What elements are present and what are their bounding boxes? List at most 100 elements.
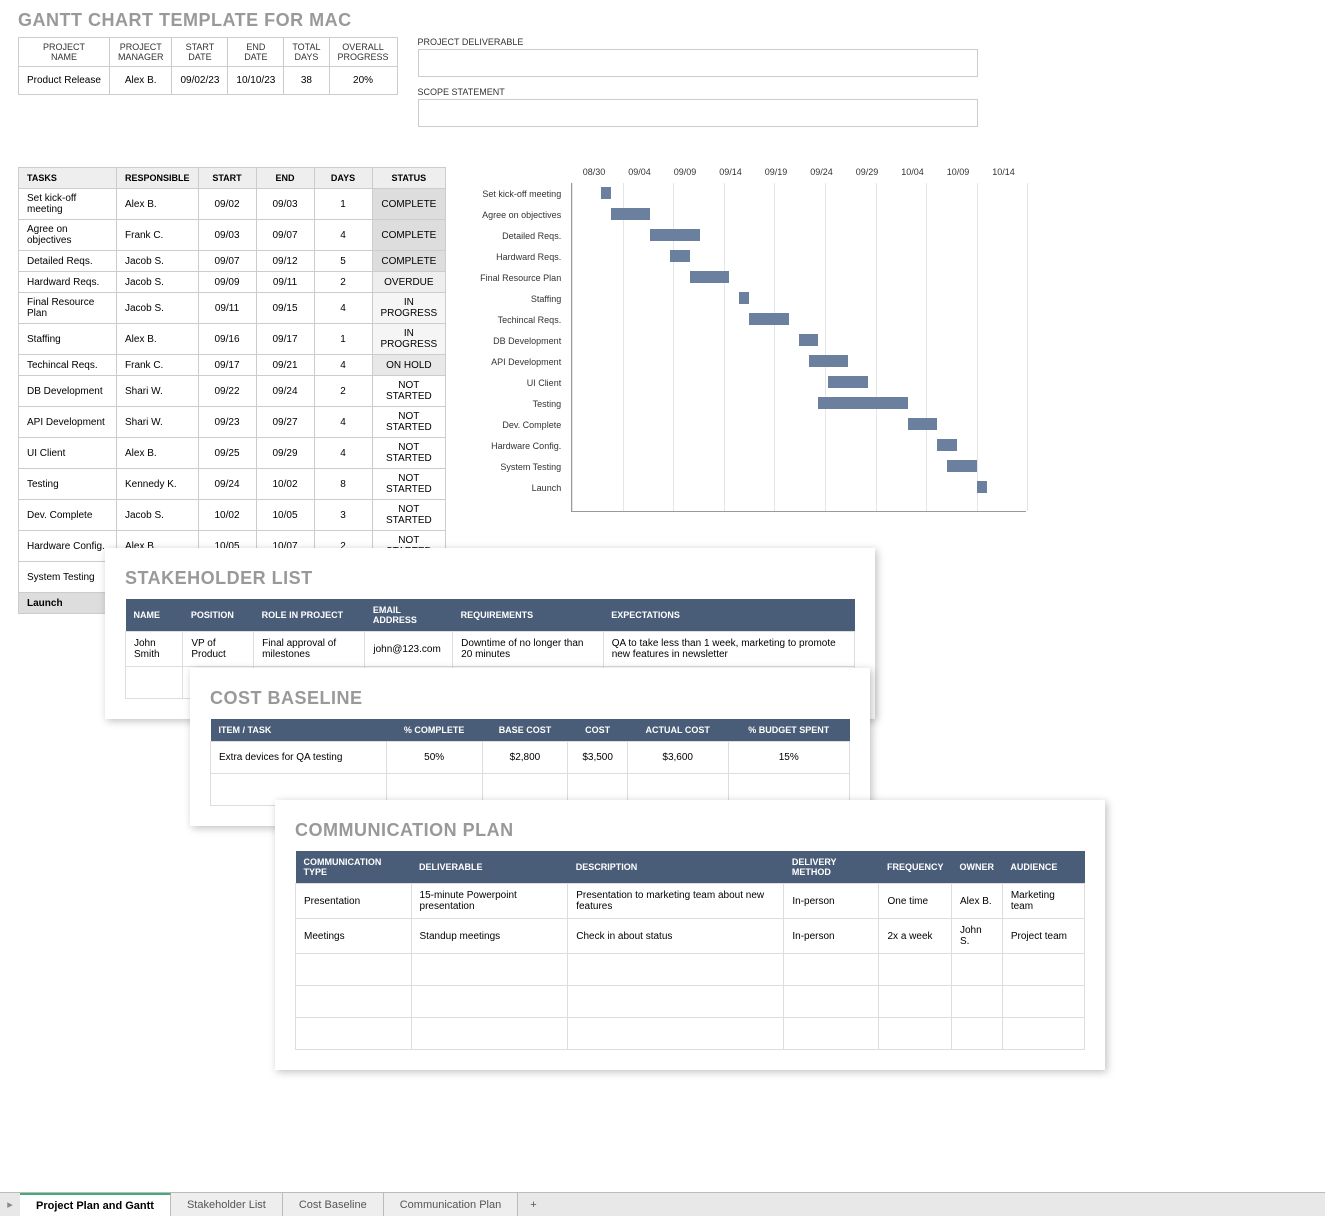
card-header: OWNER	[952, 851, 1003, 884]
gantt-bar	[739, 292, 749, 304]
table-row: Dev. CompleteJacob S.10/0210/053NOT STAR…	[19, 500, 446, 531]
card-header: COMMUNICATION TYPE	[296, 851, 412, 884]
gantt-tick: 10/04	[890, 167, 936, 183]
gantt-row-label: Techincal Reqs.	[466, 315, 566, 325]
table-row: John SmithVP of ProductFinal approval of…	[126, 632, 855, 667]
gantt-row: Staffing	[466, 288, 1026, 309]
card-header: ROLE IN PROJECT	[254, 599, 365, 632]
gantt-bar	[908, 418, 938, 430]
card-header: DESCRIPTION	[568, 851, 784, 884]
gantt-bar	[809, 355, 849, 367]
gantt-tick: 09/24	[799, 167, 845, 183]
summary-value: 38	[284, 67, 329, 95]
card-header: DELIVERY METHOD	[784, 851, 879, 884]
table-row: Techincal Reqs.Frank C.09/1709/214ON HOL…	[19, 355, 446, 376]
gantt-tick: 10/09	[935, 167, 981, 183]
summary-header: END DATE	[228, 38, 284, 67]
gantt-tick: 09/29	[844, 167, 890, 183]
gantt-tick: 09/14	[708, 167, 754, 183]
gantt-row: Final Resource Plan	[466, 267, 1026, 288]
table-row	[296, 1018, 1085, 1050]
deliverable-input[interactable]	[418, 49, 978, 77]
gantt-row-label: UI Client	[466, 378, 566, 388]
gantt-row-label: System Testing	[466, 462, 566, 472]
table-row: StaffingAlex B.09/1609/171IN PROGRESS	[19, 324, 446, 355]
gantt-bar	[828, 376, 868, 388]
gantt-bar	[650, 229, 699, 241]
sheet-tab[interactable]: Cost Baseline	[283, 1193, 384, 1216]
card-header: COST	[568, 719, 628, 742]
table-row: UI ClientAlex B.09/2509/294NOT STARTED	[19, 438, 446, 469]
table-row: Detailed Reqs.Jacob S.09/0709/125COMPLET…	[19, 251, 446, 272]
gantt-bar	[977, 481, 987, 493]
sheet-tab-bar: ▸ Project Plan and GanttStakeholder List…	[0, 1192, 1325, 1216]
tasks-table: TASKSRESPONSIBLESTARTENDDAYSSTATUS Set k…	[18, 167, 446, 614]
summary-header: PROJECT MANAGER	[109, 38, 172, 67]
gantt-chart: 08/3009/0409/0909/1409/1909/2409/2910/04…	[466, 167, 1026, 512]
gantt-tick: 10/14	[981, 167, 1027, 183]
card-header: % BUDGET SPENT	[728, 719, 850, 742]
tasks-header: STATUS	[372, 168, 446, 189]
summary-header: START DATE	[172, 38, 228, 67]
tasks-header: START	[198, 168, 256, 189]
tasks-header: TASKS	[19, 168, 117, 189]
summary-value: Product Release	[19, 67, 110, 95]
scope-input[interactable]	[418, 99, 978, 127]
table-row: Agree on objectivesFrank C.09/0309/074CO…	[19, 220, 446, 251]
sheet-tab[interactable]: Communication Plan	[384, 1193, 519, 1216]
table-row: DB DevelopmentShari W.09/2209/242NOT STA…	[19, 376, 446, 407]
gantt-row-label: API Development	[466, 357, 566, 367]
add-sheet-button[interactable]: +	[518, 1193, 548, 1216]
gantt-bar	[670, 250, 690, 262]
gantt-row: Launch	[466, 477, 1026, 498]
summary-header: OVERALL PROGRESS	[329, 38, 397, 67]
table-row: Final Resource PlanJacob S.09/1109/154IN…	[19, 293, 446, 324]
gantt-row-label: Hardward Reqs.	[466, 252, 566, 262]
gantt-tick: 09/04	[617, 167, 663, 183]
card-header: % COMPLETE	[386, 719, 482, 742]
table-row	[296, 986, 1085, 1018]
gantt-tick: 09/19	[753, 167, 799, 183]
gantt-row-label: Detailed Reqs.	[466, 231, 566, 241]
tasks-header: DAYS	[314, 168, 372, 189]
card-header: AUDIENCE	[1002, 851, 1084, 884]
gantt-row: Hardware Config.	[466, 435, 1026, 456]
summary-header: TOTAL DAYS	[284, 38, 329, 67]
gantt-row-label: Testing	[466, 399, 566, 409]
gantt-row-label: Set kick-off meeting	[466, 189, 566, 199]
table-row	[296, 954, 1085, 986]
gantt-bar	[937, 439, 957, 451]
summary-value: 20%	[329, 67, 397, 95]
sheet-nav-icon[interactable]: ▸	[0, 1193, 20, 1216]
gantt-row-label: Agree on objectives	[466, 210, 566, 220]
sheet-tab[interactable]: Project Plan and Gantt	[20, 1193, 171, 1216]
gantt-row: Dev. Complete	[466, 414, 1026, 435]
gantt-row: DB Development	[466, 330, 1026, 351]
gantt-row: UI Client	[466, 372, 1026, 393]
table-row: API DevelopmentShari W.09/2309/274NOT ST…	[19, 407, 446, 438]
project-summary-table: PROJECT NAMEPROJECT MANAGERSTART DATEEND…	[18, 37, 398, 95]
cost-title: COST BASELINE	[210, 688, 850, 709]
communication-card: COMMUNICATION PLAN COMMUNICATION TYPEDEL…	[275, 800, 1105, 1070]
summary-value: 10/10/23	[228, 67, 284, 95]
gantt-tick: 08/30	[571, 167, 617, 183]
gantt-row: Set kick-off meeting	[466, 183, 1026, 204]
summary-value: 09/02/23	[172, 67, 228, 95]
cost-table: ITEM / TASK% COMPLETEBASE COSTCOSTACTUAL…	[210, 719, 850, 806]
card-header: ITEM / TASK	[211, 719, 387, 742]
summary-value: Alex B.	[109, 67, 172, 95]
gantt-bar	[799, 334, 819, 346]
gantt-row-label: Staffing	[466, 294, 566, 304]
card-header: NAME	[126, 599, 183, 632]
card-header: POSITION	[183, 599, 254, 632]
table-row: Extra devices for QA testing50%$2,800$3,…	[211, 742, 850, 774]
gantt-bar	[611, 208, 651, 220]
card-header: DELIVERABLE	[411, 851, 568, 884]
summary-header: PROJECT NAME	[19, 38, 110, 67]
comm-table: COMMUNICATION TYPEDELIVERABLEDESCRIPTION…	[295, 851, 1085, 1050]
gantt-tick: 09/09	[662, 167, 708, 183]
table-row: Presentation15-minute Powerpoint present…	[296, 884, 1085, 919]
gantt-row-label: Hardware Config.	[466, 441, 566, 451]
sheet-tab[interactable]: Stakeholder List	[171, 1193, 283, 1216]
gantt-row: Hardward Reqs.	[466, 246, 1026, 267]
